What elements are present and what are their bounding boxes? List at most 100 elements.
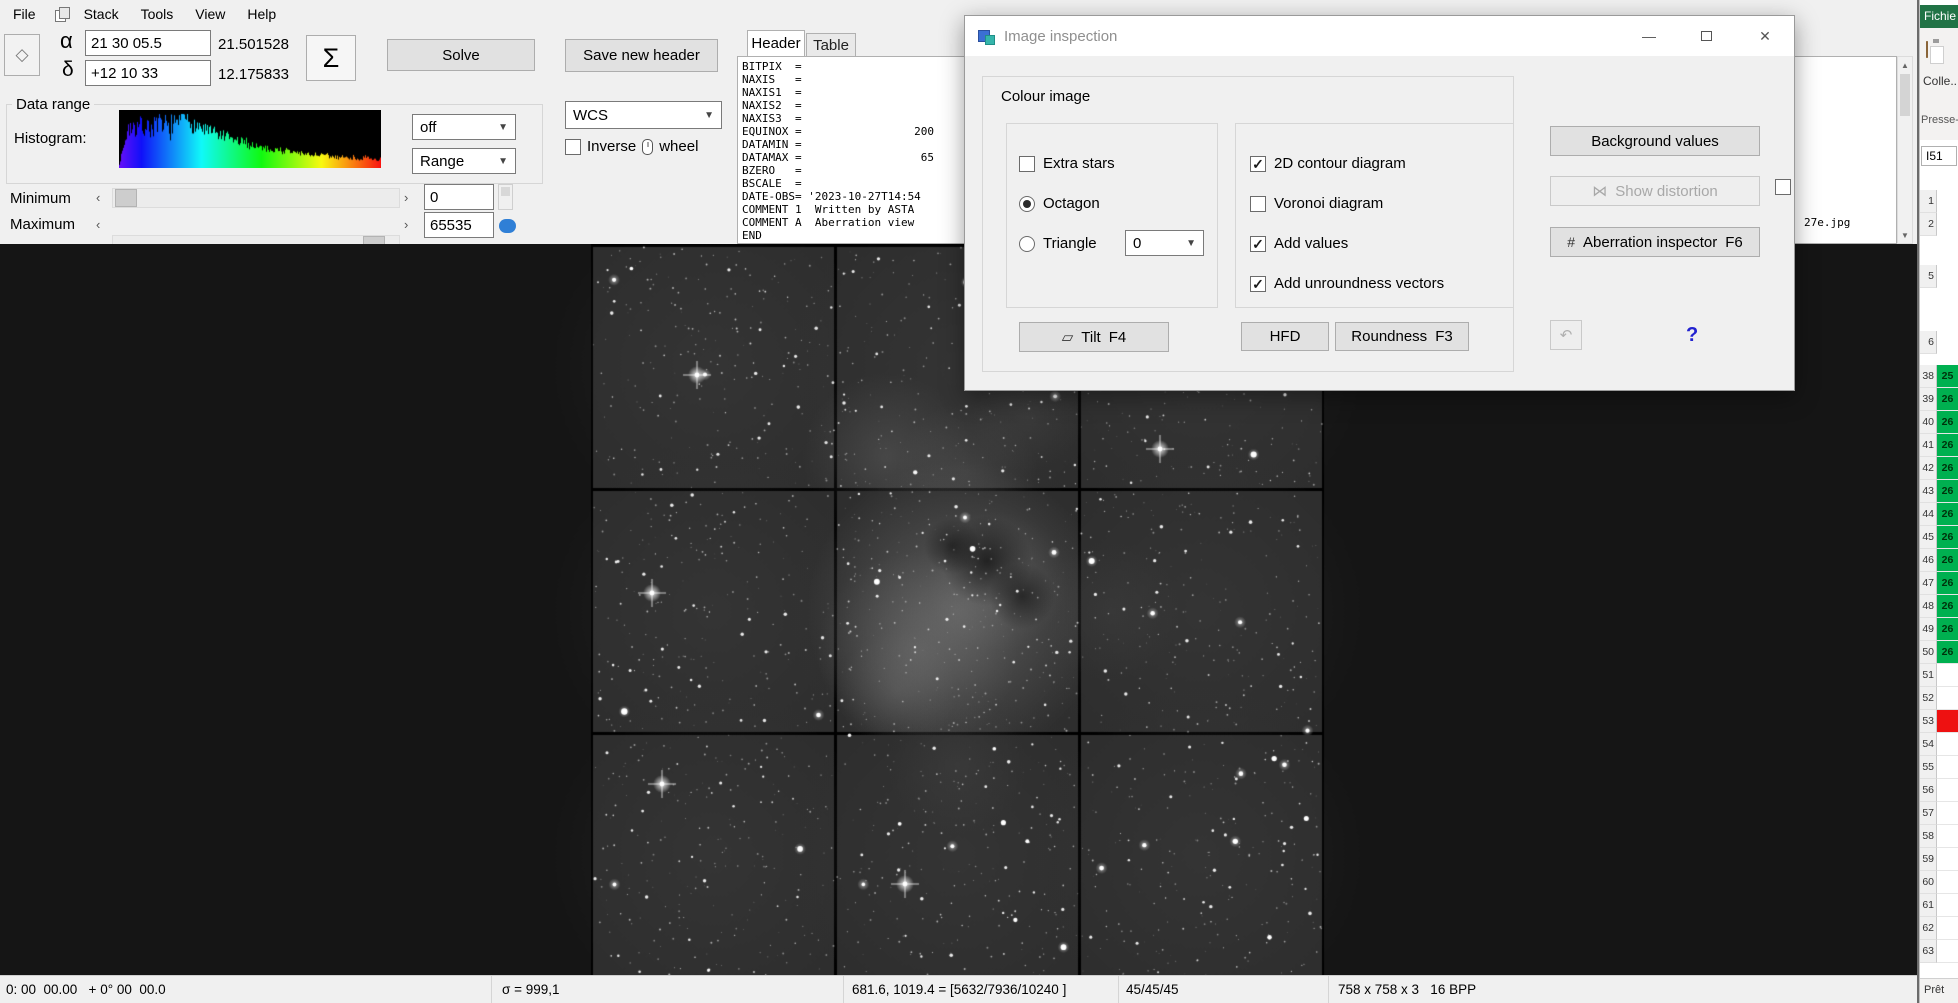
row-header[interactable]: 43 (1920, 480, 1937, 503)
row-header[interactable]: 53 (1920, 710, 1937, 733)
row-header[interactable]: 61 (1920, 894, 1937, 917)
minimum-slider[interactable] (112, 188, 400, 208)
row-header[interactable]: 45 (1920, 526, 1937, 549)
menu-item-file[interactable]: File (2, 1, 47, 27)
sigma-button[interactable]: Σ (306, 35, 356, 81)
close-button[interactable]: ✕ (1749, 23, 1781, 49)
stretch-select[interactable]: off ▼ (412, 114, 516, 140)
wcs-select[interactable]: WCS ▼ (565, 101, 722, 129)
sheet-cell[interactable] (1937, 848, 1958, 871)
sheet-cell[interactable] (1937, 733, 1958, 756)
sheet-cell[interactable]: 26 (1937, 572, 1958, 595)
sheet-cell[interactable]: 26 (1937, 641, 1958, 664)
row-header[interactable]: 41 (1920, 434, 1937, 457)
row-header[interactable]: 55 (1920, 756, 1937, 779)
row-header[interactable]: 54 (1920, 733, 1937, 756)
maximum-input[interactable] (424, 212, 494, 238)
sheet-row[interactable]: 49 26 (1920, 618, 1958, 641)
sheet-cell[interactable]: 25 (1937, 365, 1958, 388)
sheet-row[interactable]: 59 (1920, 848, 1958, 871)
sheet-row[interactable]: 42 26 (1920, 457, 1958, 480)
row-header[interactable]: 38 (1920, 365, 1937, 388)
row-header[interactable]: 47 (1920, 572, 1937, 595)
sheet-row[interactable]: 41 26 (1920, 434, 1958, 457)
menu-item-tools[interactable]: Tools (130, 1, 185, 27)
distortion-checkbox[interactable] (1775, 179, 1791, 195)
sheet-cell[interactable]: 26 (1937, 526, 1958, 549)
sheet-cell[interactable] (1937, 756, 1958, 779)
sheet-cell[interactable] (1937, 917, 1958, 940)
sheet-cell[interactable] (1937, 940, 1958, 963)
sheet-cell[interactable]: 26 (1937, 411, 1958, 434)
sheet-row[interactable]: 40 26 (1920, 411, 1958, 434)
minimum-slider-thumb[interactable] (115, 189, 137, 207)
sheet-row[interactable]: 39 26 (1920, 388, 1958, 411)
show-distortion-button[interactable]: ⋈ Show distortion (1550, 176, 1760, 206)
sheet-cell[interactable]: 26 (1937, 480, 1958, 503)
background-values-button[interactable]: Background values (1550, 126, 1760, 156)
sheet-row[interactable]: 48 26 (1920, 595, 1958, 618)
min-slider-left-arrow[interactable]: ‹ (96, 190, 100, 205)
sheet-row[interactable]: 47 26 (1920, 572, 1958, 595)
sheet-row[interactable]: 50 26 (1920, 641, 1958, 664)
scroll-down-icon[interactable]: ▼ (1898, 227, 1912, 243)
sheet-row[interactable]: 51 (1920, 664, 1958, 687)
row-header[interactable]: 49 (1920, 618, 1937, 641)
sheet-cell[interactable]: 26 (1937, 388, 1958, 411)
sheet-row[interactable]: 53 (1920, 710, 1958, 733)
max-slider-right-arrow[interactable]: › (404, 217, 408, 232)
sheet-row[interactable]: 60 (1920, 871, 1958, 894)
sheet-cell[interactable]: 26 (1937, 595, 1958, 618)
sheet-row[interactable]: 57 (1920, 802, 1958, 825)
scroll-up-icon[interactable]: ▲ (1898, 57, 1912, 73)
help-link[interactable]: ? (1686, 324, 1698, 347)
sheet-cell[interactable] (1937, 710, 1958, 733)
memo-scrollbar[interactable]: ▲ ▼ (1897, 56, 1913, 244)
paste-button[interactable] (1926, 41, 1928, 58)
sheet-cell[interactable] (1937, 894, 1958, 917)
row-header[interactable]: 52 (1920, 687, 1937, 710)
row-header[interactable]: 58 (1920, 825, 1937, 848)
minimum-spinner[interactable] (498, 184, 513, 210)
solve-button[interactable]: Solve (387, 39, 535, 71)
sheet-cell[interactable]: 26 (1937, 434, 1958, 457)
row-header[interactable]: 1 (1920, 190, 1937, 213)
row-header[interactable]: 57 (1920, 802, 1937, 825)
alpha-input[interactable] (85, 30, 211, 56)
sheet-row[interactable]: 43 26 (1920, 480, 1958, 503)
tab-table[interactable]: Table (806, 33, 856, 56)
sheet-row[interactable]: 38 25 (1920, 365, 1958, 388)
sheet-cell[interactable] (1937, 802, 1958, 825)
row-header[interactable]: 51 (1920, 664, 1937, 687)
sheet-cell[interactable] (1937, 825, 1958, 848)
apply-range-button[interactable] (499, 219, 516, 233)
add-values-checkbox[interactable] (1250, 235, 1266, 252)
min-slider-right-arrow[interactable]: › (404, 190, 408, 205)
voronoi-checkbox[interactable] (1250, 195, 1266, 212)
aberration-inspector-button[interactable]: # Aberration inspector F6 (1550, 227, 1760, 257)
tilt-button[interactable]: ▱ Tilt F4 (1019, 322, 1169, 352)
sheet-row[interactable]: 45 26 (1920, 526, 1958, 549)
hfd-button[interactable]: HFD (1241, 322, 1329, 351)
row-header[interactable]: 6 (1920, 331, 1937, 354)
sheet-cell[interactable]: 26 (1937, 549, 1958, 572)
sheet-row[interactable]: 46 26 (1920, 549, 1958, 572)
contour-checkbox[interactable] (1250, 155, 1266, 172)
sheet-row[interactable]: 58 (1920, 825, 1958, 848)
maximize-button[interactable] (1690, 23, 1722, 49)
menu-item-view[interactable]: View (184, 1, 236, 27)
octagon-radio[interactable] (1019, 195, 1035, 212)
name-box[interactable]: I51 (1921, 146, 1957, 166)
row-header[interactable]: 39 (1920, 388, 1937, 411)
dialog-titlebar[interactable]: Image inspection — ✕ (965, 16, 1794, 56)
sheet-cell[interactable] (1937, 687, 1958, 710)
undo-button[interactable]: ↶ (1550, 320, 1582, 350)
row-header[interactable]: 40 (1920, 411, 1937, 434)
navigation-button[interactable]: ◇ (4, 34, 40, 76)
row-header[interactable]: 5 (1920, 265, 1937, 288)
row-header[interactable]: 59 (1920, 848, 1937, 871)
row-header[interactable]: 50 (1920, 641, 1937, 664)
inverse-wheel-checkbox[interactable] (565, 138, 581, 155)
row-header[interactable]: 56 (1920, 779, 1937, 802)
sheet-cell[interactable] (1937, 871, 1958, 894)
